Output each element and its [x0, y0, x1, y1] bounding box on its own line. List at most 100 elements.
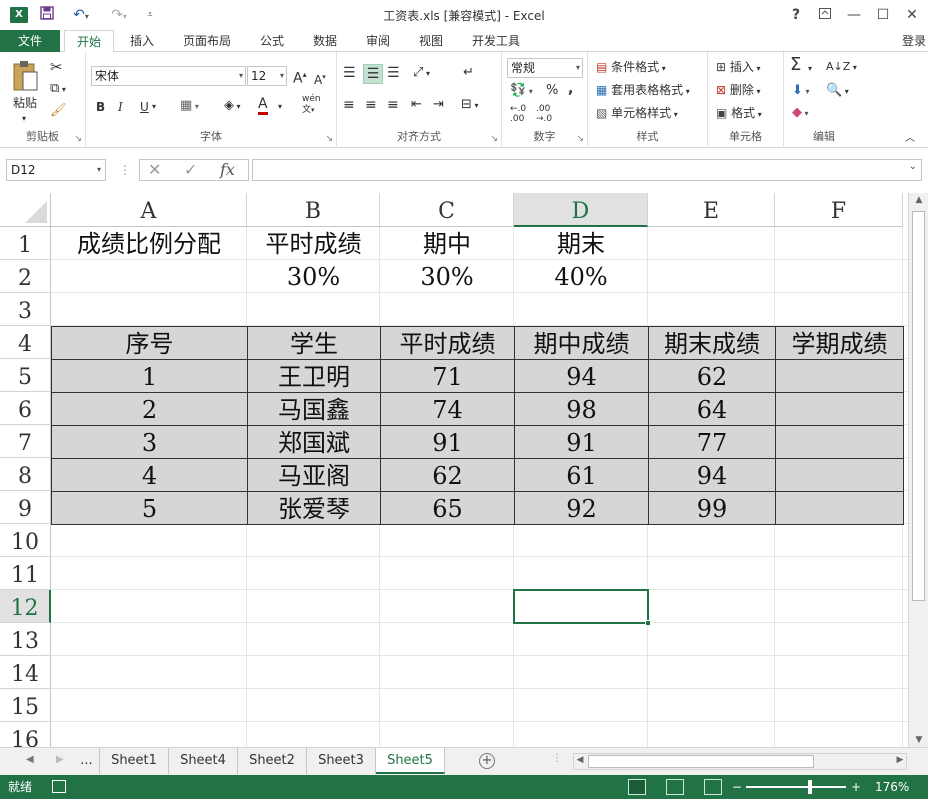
cell-c6[interactable]: 74	[380, 392, 515, 426]
cell-f6[interactable]	[775, 392, 904, 426]
login-link[interactable]: 登录	[902, 30, 926, 52]
zoom-out-icon[interactable]: −	[732, 775, 742, 799]
close-icon[interactable]: ✕	[900, 4, 924, 26]
zoom-slider-thumb[interactable]	[808, 780, 812, 794]
clipboard-launcher-icon[interactable]: ↘	[74, 134, 82, 144]
conditional-format-button[interactable]: ▤ 条件格式 ▾	[596, 58, 666, 78]
sheet-tab-sheet2[interactable]: Sheet2	[238, 748, 307, 774]
formula-input[interactable]: ⌄	[252, 159, 922, 181]
ribbon-display-icon[interactable]	[813, 4, 837, 26]
collapse-ribbon-icon[interactable]: ︿	[905, 130, 915, 148]
sheet-tab-sheet1[interactable]: Sheet1	[100, 748, 169, 774]
fill-color-icon[interactable]: ◈ ▾	[224, 97, 241, 116]
accounting-format-icon[interactable]: 💱 ▾	[510, 82, 533, 101]
cell-d2[interactable]: 40%	[514, 260, 648, 293]
tab-file[interactable]: 文件	[0, 30, 60, 52]
percent-style-button[interactable]: %	[546, 82, 558, 100]
more-sheets-button[interactable]: ...	[74, 748, 100, 774]
column-header-b[interactable]: B	[247, 193, 380, 227]
expand-formula-icon[interactable]: ⌄	[909, 161, 917, 172]
row-header-15[interactable]: 15	[0, 689, 51, 722]
font-launcher-icon[interactable]: ↘	[325, 134, 333, 144]
cell-d7[interactable]: 91	[514, 425, 649, 459]
italic-button[interactable]: I	[118, 98, 123, 116]
cell-a9[interactable]: 5	[51, 491, 248, 525]
cell-f5[interactable]	[775, 359, 904, 393]
tab-developer[interactable]: 开发工具	[465, 30, 527, 52]
cell-c9[interactable]: 65	[380, 491, 515, 525]
tab-home[interactable]: 开始	[64, 30, 114, 53]
selected-cell-box[interactable]	[513, 589, 649, 624]
column-header-c[interactable]: C	[380, 193, 514, 227]
cell-e6[interactable]: 64	[648, 392, 776, 426]
row-header-14[interactable]: 14	[0, 656, 51, 689]
zoom-in-icon[interactable]: +	[851, 775, 861, 799]
row-header-12[interactable]: 12	[0, 590, 51, 623]
tab-split-grip-icon[interactable]: ⋮	[552, 753, 562, 764]
cell-b6[interactable]: 马国鑫	[247, 392, 381, 426]
tab-view[interactable]: 视图	[409, 30, 453, 52]
row-header-8[interactable]: 8	[0, 458, 51, 491]
cell-c7[interactable]: 91	[380, 425, 515, 459]
find-select-icon[interactable]: 🔍 ▾	[826, 82, 849, 101]
scroll-right-icon[interactable]: ▶	[890, 755, 910, 765]
cell-c8[interactable]: 62	[380, 458, 515, 492]
tab-data[interactable]: 数据	[303, 30, 347, 52]
grow-font-icon[interactable]: A▴	[293, 66, 307, 88]
autosum-button[interactable]: Σ	[790, 56, 801, 74]
row-header-9[interactable]: 9	[0, 491, 51, 524]
page-break-view-icon[interactable]	[704, 779, 722, 795]
column-header-d[interactable]: D	[514, 193, 648, 227]
cell-e5[interactable]: 62	[648, 359, 776, 393]
cell-c5[interactable]: 71	[380, 359, 515, 393]
insert-function-button[interactable]: fx	[220, 160, 235, 180]
horizontal-scrollbar[interactable]: ◀ ▶	[573, 753, 907, 770]
cell-a8[interactable]: 4	[51, 458, 248, 492]
cell-f4[interactable]: 学期成绩	[775, 326, 904, 360]
comma-style-button[interactable]: ,	[568, 80, 573, 98]
help-button[interactable]: ?	[784, 4, 808, 26]
cell-d5[interactable]: 94	[514, 359, 649, 393]
cell-d8[interactable]: 61	[514, 458, 649, 492]
underline-dropdown-icon[interactable]: ▾	[152, 98, 156, 116]
row-header-7[interactable]: 7	[0, 425, 51, 458]
cell-b4[interactable]: 学生	[247, 326, 381, 360]
orientation-icon[interactable]: ⤢ ▾	[413, 64, 430, 83]
cell-b9[interactable]: 张爱琴	[247, 491, 381, 525]
cell-f9[interactable]	[775, 491, 904, 525]
vertical-scrollbar[interactable]: ▲ ▼	[908, 193, 928, 747]
cell-d9[interactable]: 92	[514, 491, 649, 525]
cell-c4[interactable]: 平时成绩	[380, 326, 515, 360]
column-header-a[interactable]: A	[51, 193, 247, 227]
cell-f7[interactable]	[775, 425, 904, 459]
paste-dropdown-icon[interactable]: ▾	[22, 110, 26, 128]
decrease-indent-icon[interactable]: ⇤	[411, 96, 422, 114]
cell-b1[interactable]: 平时成绩	[247, 227, 380, 260]
row-header-16[interactable]: 16	[0, 722, 51, 747]
row-header-10[interactable]: 10	[0, 524, 51, 557]
cell-e7[interactable]: 77	[648, 425, 776, 459]
row-header-11[interactable]: 11	[0, 557, 51, 590]
font-color-dropdown-icon[interactable]: ▾	[278, 98, 282, 116]
tab-review[interactable]: 审阅	[356, 30, 400, 52]
row-header-5[interactable]: 5	[0, 359, 51, 392]
align-left-icon[interactable]: ≡	[343, 96, 355, 114]
row-header-13[interactable]: 13	[0, 623, 51, 656]
align-center-icon[interactable]: ≡	[365, 96, 377, 114]
vertical-scroll-thumb[interactable]	[912, 211, 925, 601]
font-color-icon[interactable]: A	[258, 96, 268, 115]
shrink-font-icon[interactable]: A▾	[314, 68, 326, 89]
maximize-icon[interactable]: ☐	[871, 4, 895, 26]
fill-handle[interactable]	[645, 620, 651, 626]
sheet-tab-sheet5[interactable]: Sheet5	[376, 748, 445, 774]
select-all-button[interactable]	[0, 193, 51, 227]
cell-d6[interactable]: 98	[514, 392, 649, 426]
cell-b7[interactable]: 郑国斌	[247, 425, 381, 459]
cell-styles-button[interactable]: ▧ 单元格样式 ▾	[596, 104, 678, 124]
format-cells-button[interactable]: ▣ 格式 ▾	[716, 104, 762, 124]
fill-icon[interactable]: ⬇ ▾	[792, 82, 809, 101]
align-top-icon[interactable]: ☰	[343, 64, 356, 82]
row-header-1[interactable]: 1	[0, 227, 51, 260]
copy-icon[interactable]: ⧉ ▾	[50, 80, 66, 99]
scroll-left-icon[interactable]: ◀	[570, 755, 590, 765]
